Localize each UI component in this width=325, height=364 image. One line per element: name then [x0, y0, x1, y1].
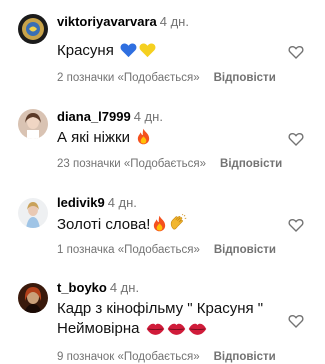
like-heart-icon[interactable]	[288, 313, 304, 329]
comment-text: Кадр з кінофільму " Красуня "	[57, 299, 263, 319]
username[interactable]: t_boyko	[57, 280, 107, 295]
likes-count-link[interactable]: 1 позначка «Подобається»	[57, 244, 200, 256]
comment-text: Красуня	[57, 41, 156, 61]
avatar[interactable]	[18, 283, 48, 313]
avatar[interactable]	[18, 109, 48, 139]
likes-count-link[interactable]: 23 позначки «Подобається»	[57, 158, 206, 170]
comment-meta: 23 позначки «Подобається» Відповісти	[57, 157, 282, 171]
like-heart-icon[interactable]	[288, 131, 304, 147]
red-lips-icon	[188, 322, 207, 336]
timestamp[interactable]: 4 дн.	[110, 280, 139, 295]
username[interactable]: ledivik9	[57, 195, 105, 210]
comment-text-body: Красуня	[57, 42, 114, 59]
timestamp[interactable]: 4 дн.	[160, 14, 189, 29]
comment-text-body: Золоті слова!	[57, 216, 151, 233]
comment-header: ledivik9 4 дн.	[57, 195, 137, 211]
reply-button[interactable]: Відповісти	[214, 72, 276, 84]
likes-count-link[interactable]: 2 позначки «Подобається»	[57, 72, 200, 84]
comment-meta: 9 позначок «Подобається» Відповісти	[57, 350, 276, 364]
comment-meta: 2 позначки «Подобається» Відповісти	[57, 71, 276, 85]
comment-text-line1: Кадр з кінофільму " Красуня "	[57, 300, 264, 317]
like-heart-icon[interactable]	[288, 217, 304, 233]
comment-text: А які ніжки	[57, 128, 151, 148]
likes-count-link[interactable]: 9 позначок «Подобається»	[57, 351, 200, 363]
blue-heart-icon	[120, 42, 137, 58]
yellow-heart-icon	[139, 42, 156, 58]
red-lips-icon	[167, 322, 186, 336]
avatar[interactable]	[18, 14, 48, 44]
timestamp[interactable]: 4 дн.	[108, 195, 137, 210]
username[interactable]: diana_l7999	[57, 109, 131, 124]
username[interactable]: viktoriyavarvara	[57, 14, 157, 29]
comment-meta: 1 позначка «Подобається» Відповісти	[57, 243, 276, 257]
comment-header: t_boyko 4 дн.	[57, 280, 139, 296]
reply-button[interactable]: Відповісти	[214, 351, 276, 363]
like-heart-icon[interactable]	[288, 44, 304, 60]
fire-icon	[136, 128, 151, 145]
comment-text: Золоті слова!	[57, 214, 187, 235]
reply-button[interactable]: Відповісти	[214, 244, 276, 256]
fire-icon	[152, 215, 167, 232]
comment-header: viktoriyavarvara 4 дн.	[57, 14, 189, 30]
comment-header: diana_l7999 4 дн.	[57, 109, 163, 125]
clapping-hands-icon	[169, 214, 187, 232]
comment-text: Неймовірна	[57, 319, 207, 339]
avatar[interactable]	[18, 198, 48, 228]
comment-text-body: А які ніжки	[57, 129, 130, 146]
timestamp[interactable]: 4 дн.	[134, 109, 163, 124]
reply-button[interactable]: Відповісти	[220, 158, 282, 170]
comment-text-line2: Неймовірна	[57, 320, 140, 337]
red-lips-icon	[146, 322, 165, 336]
